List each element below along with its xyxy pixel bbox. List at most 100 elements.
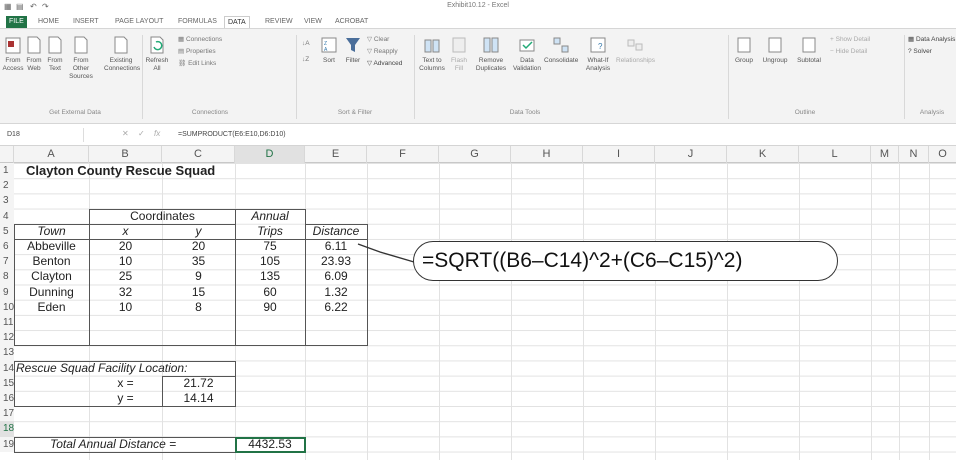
row-header[interactable]: 16: [0, 391, 14, 407]
tab-file[interactable]: FILE: [6, 16, 27, 28]
x-cell[interactable]: 10: [89, 300, 162, 315]
x-header[interactable]: x: [89, 224, 162, 239]
row-header[interactable]: 11: [0, 315, 14, 331]
column-header-o[interactable]: O: [929, 146, 956, 163]
subtotal-button[interactable]: Subtotal: [794, 35, 824, 65]
row-header[interactable]: 9: [0, 284, 14, 300]
y-header[interactable]: y: [162, 224, 235, 239]
column-header-f[interactable]: F: [367, 146, 439, 163]
tab-formulas[interactable]: FORMULAS: [175, 16, 220, 28]
tab-insert[interactable]: INSERT: [70, 16, 102, 28]
sort-button[interactable]: ZA Sort: [316, 35, 342, 65]
row-header[interactable]: 6: [0, 239, 14, 255]
group-button[interactable]: Group: [732, 35, 756, 65]
y-cell[interactable]: 20: [162, 239, 235, 254]
trips-cell[interactable]: 75: [235, 239, 305, 254]
x-cell[interactable]: 25: [89, 269, 162, 284]
data-analysis-button[interactable]: ▦ Data Analysis: [908, 35, 955, 45]
column-header-g[interactable]: G: [439, 146, 511, 163]
y-cell[interactable]: 8: [162, 300, 235, 315]
advanced-button[interactable]: ▽ Advanced: [367, 59, 402, 69]
connections-button[interactable]: ▦ Connections: [178, 35, 222, 45]
relationships-button[interactable]: Relationships: [616, 35, 655, 65]
trips-cell[interactable]: 60: [235, 285, 305, 300]
from-web-button[interactable]: From Web: [24, 35, 44, 73]
name-box[interactable]: D18: [4, 128, 84, 142]
row-header[interactable]: 18: [0, 421, 14, 437]
row-header[interactable]: 17: [0, 406, 14, 422]
column-header-a[interactable]: A: [14, 146, 89, 163]
column-header-i[interactable]: I: [583, 146, 655, 163]
annual-header[interactable]: Annual: [235, 209, 305, 224]
hide-detail-button[interactable]: − Hide Detail: [830, 47, 867, 57]
x-cell[interactable]: 10: [89, 254, 162, 269]
total-distance-label[interactable]: Total Annual Distance =: [50, 437, 176, 452]
row-header[interactable]: 7: [0, 254, 14, 270]
show-detail-button[interactable]: + Show Detail: [830, 35, 870, 45]
tab-view[interactable]: VIEW: [301, 16, 325, 28]
town-cell[interactable]: Clayton: [14, 269, 89, 284]
formula-input[interactable]: =SUMPRODUCT(E6:E10,D6:D10): [178, 128, 948, 142]
solver-button[interactable]: ? Solver: [908, 47, 932, 57]
trips-cell[interactable]: 135: [235, 269, 305, 284]
distance-cell[interactable]: 6.11: [305, 239, 367, 254]
row-header[interactable]: 3: [0, 193, 14, 209]
sheet-title[interactable]: Clayton County Rescue Squad: [26, 163, 215, 178]
y-cell[interactable]: 15: [162, 285, 235, 300]
facility-x-value[interactable]: 21.72: [162, 376, 235, 391]
town-cell[interactable]: Abbeville: [14, 239, 89, 254]
worksheet-grid[interactable]: A B C D E F G H I J K L M N O 1 2 3 4 5 …: [0, 146, 956, 460]
tab-review[interactable]: REVIEW: [262, 16, 296, 28]
row-header[interactable]: 2: [0, 178, 14, 194]
trips-cell[interactable]: 90: [235, 300, 305, 315]
row-header[interactable]: 4: [0, 208, 14, 224]
row-header[interactable]: 13: [0, 345, 14, 361]
insert-function-icon[interactable]: fx: [154, 129, 160, 138]
sort-az-icon[interactable]: ↓A: [302, 39, 310, 49]
column-header-b[interactable]: B: [89, 146, 162, 163]
coordinates-header[interactable]: Coordinates: [89, 209, 236, 224]
column-header-n[interactable]: N: [899, 146, 929, 163]
town-cell[interactable]: Dunning: [14, 285, 89, 300]
facility-location-label[interactable]: Rescue Squad Facility Location:: [16, 361, 187, 376]
y-cell[interactable]: 35: [162, 254, 235, 269]
town-cell[interactable]: Eden: [14, 300, 89, 315]
from-other-sources-button[interactable]: From Other Sources: [66, 35, 96, 81]
reapply-button[interactable]: ▽ Reapply: [367, 47, 398, 57]
distance-cell[interactable]: 23.93: [305, 254, 367, 269]
distance-cell[interactable]: 1.32: [305, 285, 367, 300]
town-cell[interactable]: Benton: [14, 254, 89, 269]
filter-button[interactable]: Filter: [342, 35, 364, 65]
enter-icon[interactable]: ✓: [138, 129, 145, 138]
row-header[interactable]: 5: [0, 223, 14, 239]
row-header[interactable]: 14: [0, 360, 14, 376]
existing-connections-button[interactable]: Existing Connections: [104, 35, 140, 73]
distance-cell[interactable]: 6.09: [305, 269, 367, 284]
trips-header[interactable]: Trips: [235, 224, 305, 239]
clear-button[interactable]: ▽ Clear: [367, 35, 389, 45]
town-header[interactable]: Town: [14, 224, 89, 239]
text-to-columns-button[interactable]: Text to Columns: [418, 35, 446, 73]
total-distance-value[interactable]: 4432.53: [235, 437, 305, 452]
what-if-analysis-button[interactable]: ? What-If Analysis: [582, 35, 614, 73]
column-header-l[interactable]: L: [799, 146, 871, 163]
distance-cell[interactable]: 6.22: [305, 300, 367, 315]
tab-home[interactable]: HOME: [35, 16, 62, 28]
distance-header[interactable]: Distance: [305, 224, 367, 239]
x-cell[interactable]: 20: [89, 239, 162, 254]
from-text-button[interactable]: From Text: [45, 35, 65, 73]
column-header-e[interactable]: E: [305, 146, 367, 163]
data-validation-button[interactable]: Data Validation: [512, 35, 542, 73]
row-header[interactable]: 8: [0, 269, 14, 285]
properties-button[interactable]: ▤ Properties: [178, 47, 216, 57]
y-cell[interactable]: 9: [162, 269, 235, 284]
row-header[interactable]: 19: [0, 436, 14, 452]
x-cell[interactable]: 32: [89, 285, 162, 300]
row-header[interactable]: 15: [0, 375, 14, 391]
sort-za-icon[interactable]: ↓Z: [302, 55, 309, 65]
edit-links-button[interactable]: ⛓ Edit Links: [178, 59, 216, 69]
refresh-all-button[interactable]: Refresh All: [144, 35, 170, 73]
remove-duplicates-button[interactable]: Remove Duplicates: [474, 35, 508, 73]
tab-data[interactable]: DATA: [224, 16, 250, 28]
tab-page-layout[interactable]: PAGE LAYOUT: [112, 16, 166, 28]
